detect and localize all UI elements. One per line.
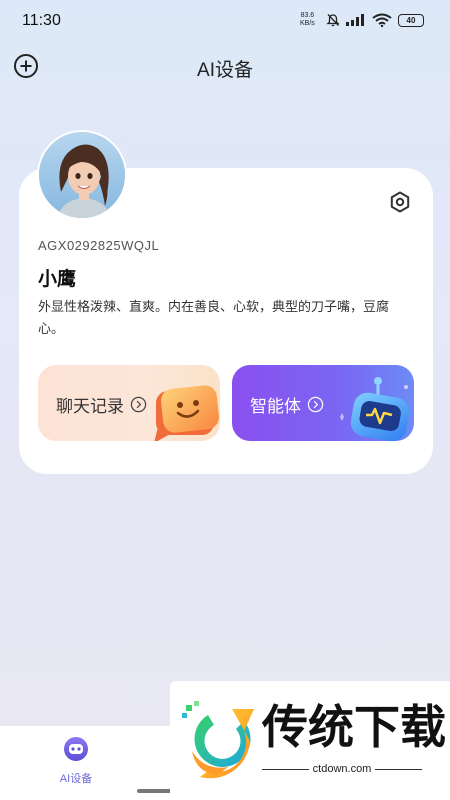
agent-button[interactable]: 智能体 [232,365,414,441]
battery-icon: 40 [398,13,424,27]
status-icons: 40 [326,13,424,27]
net-speed: 83.6 KB/s [300,12,315,27]
chat-bubble-icon [154,385,219,441]
chevron-right-circle-icon [130,396,147,413]
nav-item-ai-device[interactable]: AI设备 [48,736,104,786]
chat-history-label: 聊天记录 [56,397,124,416]
watermark: 传统下载 ctdown.com [170,681,450,800]
watermark-logo-icon [182,701,254,779]
page-title: AI设备 [197,60,253,81]
watermark-subtitle: ctdown.com [262,763,423,775]
avatar-image [39,132,125,218]
settings-button[interactable] [388,190,412,214]
wifi-icon [372,13,392,27]
watermark-title: 传统下载 [262,701,446,753]
robot-icon [64,737,88,761]
page-header: AI设备 [0,44,450,88]
status-time: 11:30 [22,12,61,29]
avatar[interactable] [37,130,127,220]
chevron-right-circle-icon [307,396,324,413]
status-bar: 11:30 83.6 KB/s 40 [0,0,450,44]
nav-item-label: AI设备 [59,773,93,785]
robot-icon [340,377,410,441]
mute-icon [326,14,340,27]
agent-button-label: 智能体 [250,397,301,416]
chat-history-button[interactable]: 聊天记录 [38,365,220,441]
device-id: AGX0292825WQJL [38,238,160,253]
agent-description: 外显性格泼辣、直爽。内在善良、心软，典型的刀子嘴，豆腐心。 [38,299,390,336]
signal-icon [346,14,364,26]
agent-name: 小鹰 [38,269,77,290]
